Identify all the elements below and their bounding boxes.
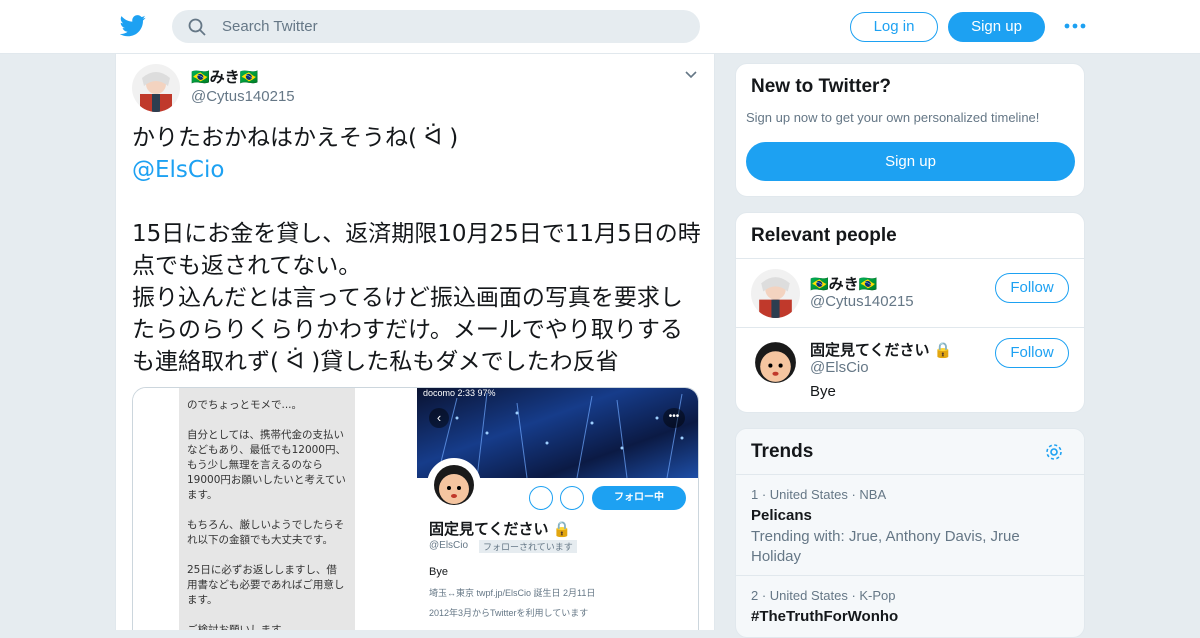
person-name[interactable]: 固定見てください 🔒 [810,339,952,360]
mention-link[interactable]: @ElsCio [132,157,224,183]
trends-card: Trends 1 · United States · NBA Pelicans … [735,428,1085,638]
ellipsis-icon: ••• [663,408,685,428]
new-to-twitter-card: New to Twitter? Sign up now to get your … [735,63,1085,197]
profile-name: 固定見てください 🔒 [429,521,572,538]
trend-meta: 2 · United States · K-Pop [751,588,896,603]
mail-icon [529,486,553,510]
gear-icon[interactable] [1044,442,1064,462]
relevant-people-title: Relevant people [751,225,897,246]
back-arrow-icon: ‹ [429,408,449,428]
message-bubble: のでちょっとモメで...。 自分としては、携帯代金の支払いなどもあり、最低でも1… [179,388,355,630]
author-avatar[interactable] [132,64,180,112]
trend-name[interactable]: #TheTruthForWonho [751,608,898,625]
media-image-right[interactable]: docomo 2:33 97% ‹ ••• フォロー中 固定見てください 🔒 @… [417,388,698,630]
media-image-left[interactable]: のでちょっとモメで...。 自分としては、携帯代金の支払いなどもあり、最低でも1… [133,388,416,630]
trend-name[interactable]: Pelicans [751,507,812,524]
trend-description: Trending with: Jrue, Anthony Davis, Jrue… [751,528,1020,565]
signup-button[interactable]: Sign up [948,12,1045,42]
following-button: フォロー中 [592,486,686,510]
profile-handle: @ElsCio [429,540,469,551]
new-to-twitter-title: New to Twitter? [751,76,892,97]
person-bio: Bye [810,383,836,400]
profile-avatar [427,458,481,512]
relevant-people-card: Relevant people 🇧🇷みき🇧🇷 @Cytus140215 Foll… [735,212,1085,413]
follow-button[interactable]: Follow [995,338,1069,368]
divider [736,258,1084,259]
divider [736,327,1084,328]
new-to-twitter-subtitle: Sign up now to get your own personalized… [746,110,1040,125]
profile-bio: Bye [429,566,448,578]
person-handle[interactable]: @ElsCio [810,359,869,376]
profile-joined: 2012年3月からTwitterを利用しています [429,608,589,618]
person-avatar[interactable] [751,269,800,318]
search-input[interactable] [222,10,682,43]
person-handle[interactable]: @Cytus140215 [810,293,914,310]
tweet-text-line1: かりたおかねはかえそうね( ᐛ ) [132,125,459,151]
login-button[interactable]: Log in [850,12,938,42]
profile-meta: 埼玉↔東京 twpf.jp/ElsCio 誕生日 2月11日 [429,588,596,598]
tweet-text-body: 15日にお金を貸し、返済期限10月25日で11月5日の時点でも返されてない。 振… [132,221,701,375]
tweet-card: 🇧🇷みき🇧🇷 @Cytus140215 かりたおかねはかえそうね( ᐛ ) @E… [115,54,715,630]
trend-item[interactable]: 2 · United States · K-Pop #TheTruthForWo… [736,576,1084,636]
bell-icon [560,486,584,510]
search-icon [188,18,206,36]
trend-item[interactable]: 1 · United States · NBA Pelicans Trendin… [736,475,1084,575]
follows-you-badge: フォローされています [479,540,577,553]
trends-header: Trends [736,429,1084,474]
phone-status-bar: docomo 2:33 97% [423,388,496,398]
trend-meta: 1 · United States · NBA [751,487,887,502]
follow-button[interactable]: Follow [995,273,1069,303]
trends-title: Trends [751,441,814,462]
more-options-icon[interactable] [1063,16,1087,36]
author-display-name[interactable]: 🇧🇷みき🇧🇷 [191,66,258,87]
signup-large-button[interactable]: Sign up [746,142,1075,181]
tweet-text: かりたおかねはかえそうね( ᐛ ) @ElsCio 15日にお金を貸し、返済期限… [132,122,702,378]
top-navigation-bar: Log in Sign up [0,0,1200,54]
search-box[interactable] [172,10,700,43]
person-name[interactable]: 🇧🇷みき🇧🇷 [810,273,877,294]
tweet-media[interactable]: のでちょっとモメで...。 自分としては、携帯代金の支払いなどもあり、最低でも1… [132,387,699,630]
twitter-bird-icon[interactable] [120,14,146,38]
author-handle[interactable]: @Cytus140215 [191,88,295,105]
person-avatar[interactable] [751,338,800,387]
chevron-down-icon[interactable] [684,68,698,82]
